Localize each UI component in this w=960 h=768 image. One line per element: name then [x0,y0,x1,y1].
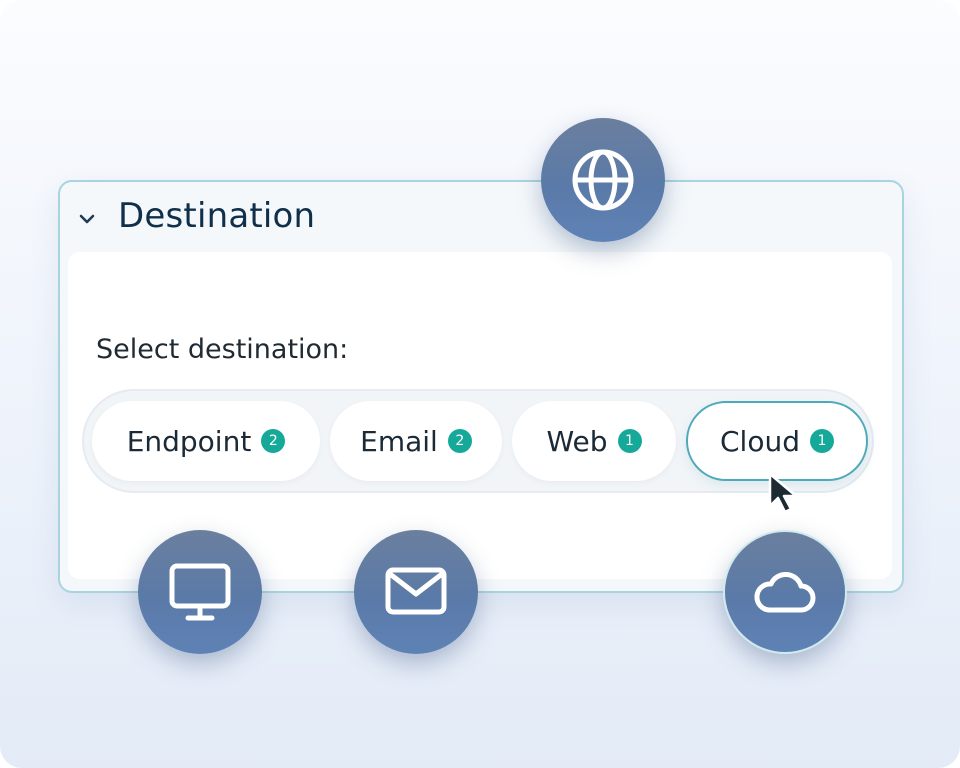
destination-prompt: Select destination: [96,334,349,365]
email-circle [354,530,478,654]
destination-segmented-control: Endpoint 2 Email 2 Web 1 Cloud 1 [82,389,874,493]
endpoint-circle [138,530,262,654]
cloud-circle [723,530,847,654]
mouse-pointer-icon [768,472,798,514]
count-badge: 1 [617,429,642,453]
globe-icon [572,149,634,211]
segment-cloud[interactable]: Cloud 1 [686,401,868,481]
panel-title: Destination [118,196,316,236]
segment-email[interactable]: Email 2 [330,401,502,481]
segment-label: Email [360,424,438,458]
count-badge: 2 [261,429,286,453]
illustration-stage: Destination Select destination: Endpoint… [0,0,960,768]
count-badge: 1 [809,429,834,453]
count-badge: 2 [447,429,472,453]
segment-endpoint[interactable]: Endpoint 2 [92,401,320,481]
chevron-down-icon[interactable] [76,208,98,230]
monitor-icon [169,563,231,621]
segment-label: Endpoint [126,424,252,458]
cloud-icon [754,572,816,613]
envelope-icon [385,567,447,615]
segment-web[interactable]: Web 1 [512,401,676,481]
segment-label: Web [546,424,608,458]
segment-label: Cloud [720,424,800,458]
web-circle [541,118,665,242]
